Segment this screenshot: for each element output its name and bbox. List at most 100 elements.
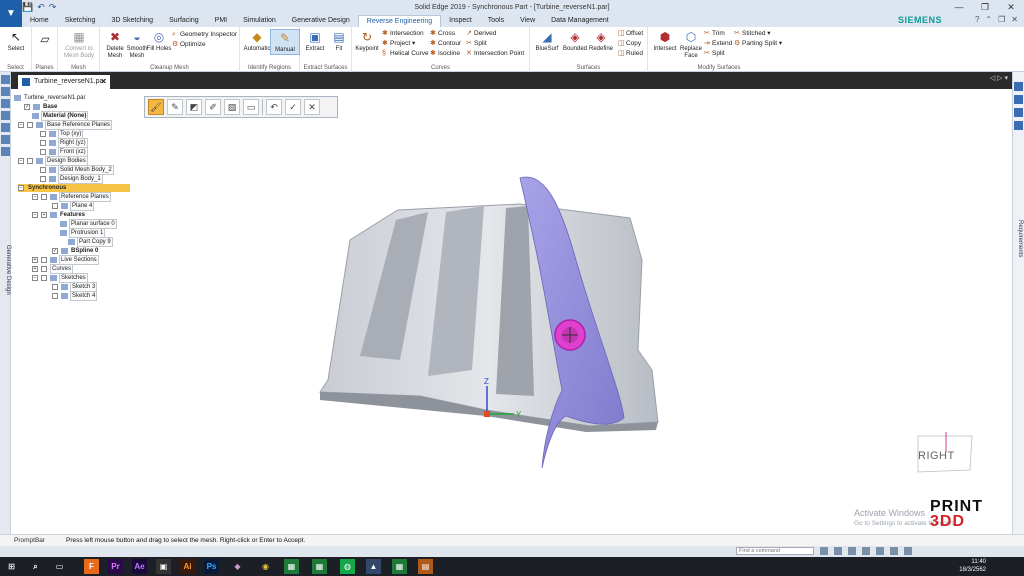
turbine-model-viewport[interactable]: Z Y	[300, 160, 680, 480]
minimize-ribbon-icon[interactable]: ⌃	[985, 15, 992, 24]
status-icon-6[interactable]	[890, 547, 898, 555]
status-icon-3[interactable]	[848, 547, 856, 555]
taskbar-app-illustrator[interactable]: Ai	[180, 559, 195, 574]
windows-start-icon[interactable]: ⊞	[4, 559, 19, 574]
panel-icon-4[interactable]	[1014, 121, 1023, 130]
facebook-icon[interactable]	[1014, 95, 1023, 104]
tab-reverse-engineering[interactable]: Reverse Engineering	[357, 15, 442, 27]
minimize-button[interactable]: —	[946, 0, 972, 14]
taskbar-app-solidedge-icon[interactable]: ▲	[366, 559, 381, 574]
prompt-bar-label[interactable]: PromptBar	[14, 535, 45, 546]
undo-icon[interactable]: ↶	[37, 2, 45, 13]
tree-node-sketch-3[interactable]: Sketch 3	[52, 282, 98, 292]
optimize-button[interactable]: ⚙ Optimize	[172, 40, 206, 49]
tree-node-reference-planes[interactable]: − Reference Planes	[32, 192, 111, 202]
split-surface-button[interactable]: ✂ Split	[704, 49, 725, 58]
helical-curve-button[interactable]: § Helical Curve	[382, 49, 429, 58]
collapse-icon[interactable]: −	[32, 212, 38, 218]
collapse-icon[interactable]: −	[32, 275, 38, 281]
tree-node-material[interactable]: Material (None)	[32, 111, 89, 121]
help-icon[interactable]: ?	[975, 15, 979, 24]
document-tab[interactable]: Turbine_reverseN1.par ✕	[18, 75, 110, 89]
extend-button[interactable]: ⇥ Extend	[704, 39, 732, 48]
taskbar-app-excel-icon[interactable]: ▦	[284, 559, 299, 574]
expand-icon[interactable]: +	[32, 257, 38, 263]
taskbar-app-3d-icon[interactable]: ◆	[230, 559, 245, 574]
copy-button[interactable]: ◫Copy	[618, 39, 641, 48]
close-tab-icon[interactable]: ✕	[100, 75, 107, 89]
close-button[interactable]: ✕	[998, 0, 1024, 14]
project-button[interactable]: ✱ Project ▾	[382, 39, 415, 48]
maximize-button[interactable]: ❐	[972, 0, 998, 14]
keypoint-button[interactable]: ↻ Keypoint	[352, 29, 382, 53]
system-clock[interactable]: 11:40 18/3/2562	[959, 558, 986, 574]
checkbox-icon[interactable]	[40, 131, 46, 137]
tree-node-features[interactable]: − ▪ Features	[32, 211, 86, 219]
sensors-icon[interactable]	[1, 111, 10, 120]
replace-face-button[interactable]: ⬡ Replace Face	[676, 29, 706, 60]
region-options-tool[interactable]: ▧	[224, 99, 240, 115]
tree-node-synchronous[interactable]: − Synchronous	[18, 184, 130, 192]
view-options-tool[interactable]: ▭	[243, 99, 259, 115]
fill-holes-button[interactable]: ◎ Fill Holes	[144, 29, 174, 53]
tree-node-top-plane[interactable]: Top (xy)	[40, 129, 84, 139]
tree-node-protrusion[interactable]: Protrusion 1	[60, 228, 106, 238]
split-curve-button[interactable]: ✂ Split	[466, 39, 487, 48]
tree-node-sketch-4[interactable]: Sketch 4	[52, 291, 98, 301]
checkbox-icon[interactable]	[27, 158, 33, 164]
checkbox-icon[interactable]	[40, 176, 46, 182]
checkbox-icon[interactable]	[27, 122, 33, 128]
tree-node-plane-4[interactable]: Plane 4	[52, 201, 95, 211]
taskbar-app-file-icon[interactable]: ▤	[418, 559, 433, 574]
tree-node-front-plane[interactable]: Front (xz)	[40, 147, 88, 157]
convert-to-mesh-button[interactable]: ▦ Convert to Mesh Body	[64, 29, 94, 60]
tab-3d-sketching[interactable]: 3D Sketching	[103, 15, 161, 27]
taskbar-app-f[interactable]: F	[84, 559, 99, 574]
collapse-icon[interactable]: −	[18, 158, 24, 164]
requirements-panel-tab[interactable]: Requirements	[1017, 220, 1023, 270]
collapse-icon[interactable]: −	[18, 122, 24, 128]
tree-node-part-copy[interactable]: Part Copy 9	[68, 237, 113, 247]
isocline-button[interactable]: ✱ Isocline	[430, 49, 460, 58]
collapse-icon[interactable]: −	[18, 185, 24, 191]
tab-simulation[interactable]: Simulation	[235, 15, 284, 27]
tree-node-sketches[interactable]: − Sketches	[32, 273, 88, 283]
checkbox-icon[interactable]: ▪	[41, 212, 47, 218]
bluesurf-button[interactable]: ◢ BlueSurf	[532, 29, 562, 53]
tab-data-management[interactable]: Data Management	[543, 15, 617, 27]
manual-button[interactable]: ✎ Manual	[270, 29, 300, 55]
taskbar-app-sheet-icon[interactable]: ▦	[312, 559, 327, 574]
tree-node-document[interactable]: Turbine_reverseN1.par	[14, 94, 86, 102]
tree-node-solid-mesh-body[interactable]: Solid Mesh Body_2	[40, 165, 114, 175]
taskbar-app-line-icon[interactable]: ◍	[340, 559, 355, 574]
pathfinder-icon[interactable]	[1, 75, 10, 84]
status-icon-1[interactable]	[820, 547, 828, 555]
tab-pmi[interactable]: PMI	[207, 15, 235, 27]
collapse-icon[interactable]: −	[32, 194, 38, 200]
checkbox-icon[interactable]	[40, 140, 46, 146]
status-icon-7[interactable]	[904, 547, 912, 555]
offset-button[interactable]: ◫Offset	[618, 29, 643, 38]
tree-node-live-sections[interactable]: + Live Sections	[32, 255, 99, 265]
expand-icon[interactable]: +	[32, 266, 38, 272]
tree-node-curves[interactable]: + Curves	[32, 264, 74, 274]
tab-sketching[interactable]: Sketching	[57, 15, 104, 27]
tree-node-design-bodies[interactable]: − Design Bodies	[18, 156, 88, 166]
feature-library-icon[interactable]	[1, 123, 10, 132]
redo-icon[interactable]: ↷	[49, 2, 57, 13]
tab-home[interactable]: Home	[22, 15, 57, 27]
find-command-input[interactable]	[736, 547, 814, 555]
accept-button[interactable]: ✓	[285, 99, 301, 115]
tools-icon[interactable]	[1, 147, 10, 156]
application-button[interactable]: ▼	[0, 0, 22, 27]
panel-icon-1[interactable]	[1014, 82, 1023, 91]
doc-close-icon[interactable]: ✕	[1011, 15, 1018, 24]
tree-node-base-reference-planes[interactable]: − Base Reference Planes	[18, 120, 113, 130]
fit-button[interactable]: ▤ Fit	[324, 29, 354, 53]
tab-tools[interactable]: Tools	[480, 15, 512, 27]
ruled-button[interactable]: ◫Ruled	[618, 49, 643, 58]
redefine-button[interactable]: ◈ Redefine	[586, 29, 616, 53]
task-view-icon[interactable]: ▭	[52, 559, 67, 574]
taskbar-app-photoshop[interactable]: Ps	[204, 559, 219, 574]
tree-node-planar-surface[interactable]: Planar surface 0	[60, 219, 117, 229]
